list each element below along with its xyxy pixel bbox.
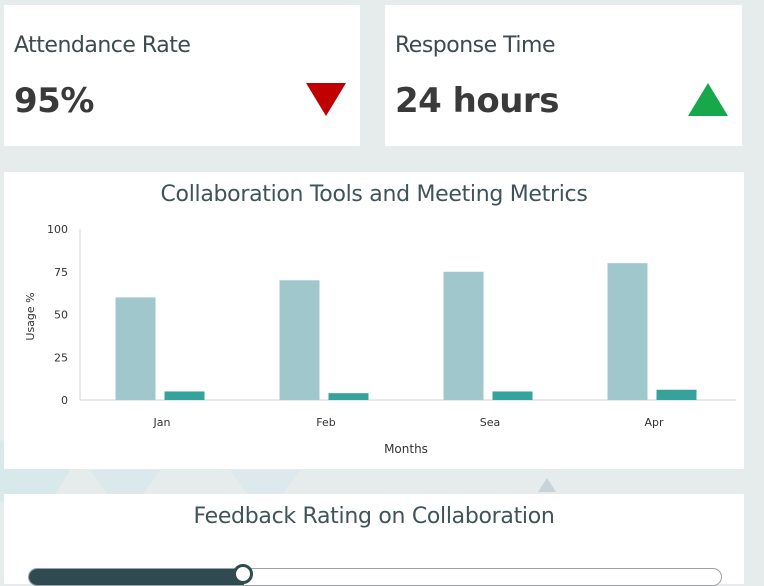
bar-series2-sea — [492, 391, 533, 400]
bar-series1-jan — [115, 297, 156, 400]
attendance-rate-card: Attendance Rate 95% — [4, 5, 360, 146]
bar-series1-apr — [607, 263, 648, 400]
x-axis-label: Months — [384, 442, 428, 456]
bar-series1-sea — [443, 271, 484, 400]
kpi-value: 95% — [14, 81, 94, 121]
collaboration-chart-card: Collaboration Tools and Meeting Metrics … — [4, 172, 744, 469]
y-axis-label: Usage % — [24, 292, 37, 340]
slider-fill — [29, 569, 245, 585]
triangle-down-icon — [306, 83, 346, 116]
y-tick-label: 100 — [47, 223, 68, 236]
slider-thumb[interactable] — [233, 564, 254, 584]
response-time-card: Response Time 24 hours — [385, 5, 742, 146]
kpi-label: Response Time — [395, 33, 556, 58]
bar-series2-feb — [328, 393, 369, 400]
bar-series2-jan — [164, 391, 205, 400]
feedback-rating-slider[interactable] — [28, 568, 722, 586]
x-tick-label: Feb — [316, 416, 335, 429]
x-tick-label: Sea — [480, 416, 501, 429]
y-tick-label: 0 — [61, 394, 68, 407]
y-tick-label: 25 — [54, 351, 68, 364]
bar-chart: 0 25 50 75 100 Jan Feb Sea Apr Months Usage % — [24, 223, 736, 456]
x-tick-label: Apr — [644, 416, 664, 429]
y-tick-label: 75 — [54, 266, 68, 279]
triangle-up-icon — [688, 83, 728, 116]
y-tick-label: 50 — [54, 309, 68, 322]
kpi-label: Attendance Rate — [14, 33, 191, 58]
x-tick-label: Jan — [153, 416, 171, 429]
feedback-title: Feedback Rating on Collaboration — [193, 504, 555, 529]
bar-series2-apr — [656, 389, 697, 400]
bar-series1-feb — [279, 280, 320, 400]
feedback-rating-card: Feedback Rating on Collaboration — [4, 494, 744, 586]
kpi-value: 24 hours — [395, 81, 559, 121]
